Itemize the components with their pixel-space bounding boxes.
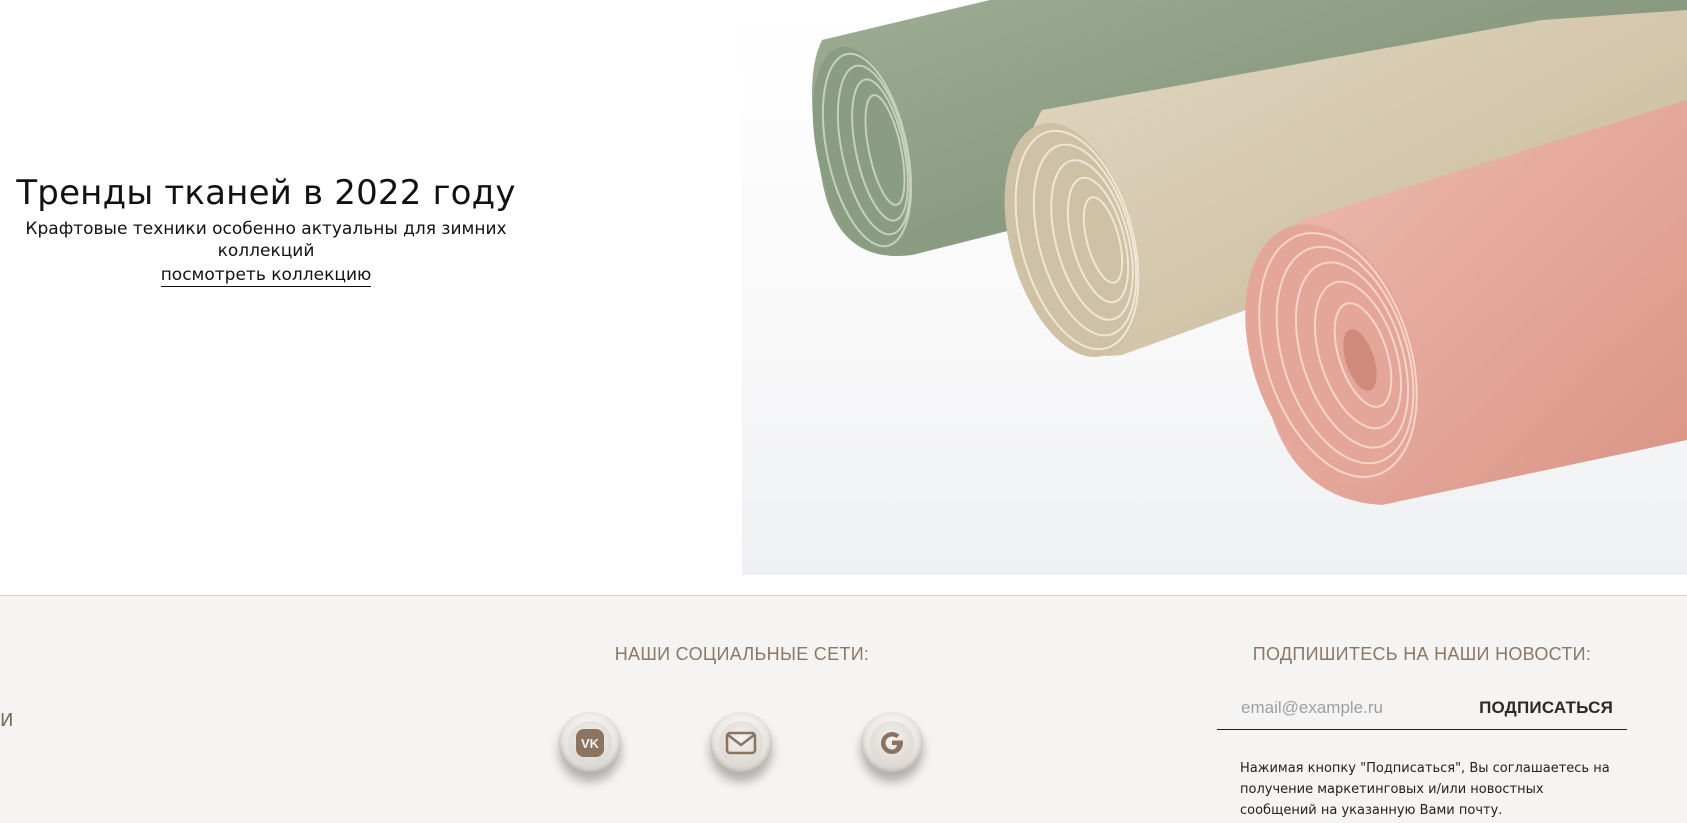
google-icon — [870, 721, 914, 765]
footer-left-text-fragment: И — [0, 710, 14, 731]
fabric-rolls-image — [742, 0, 1687, 575]
mail-button[interactable] — [710, 712, 772, 774]
view-collection-link[interactable]: посмотреть коллекцию — [160, 264, 372, 287]
vk-icon: VK — [568, 721, 612, 765]
hero-text-block: Тренды тканей в 2022 году Крафтовые техн… — [0, 170, 532, 287]
hero-section: Тренды тканей в 2022 году Крафтовые техн… — [0, 0, 1687, 575]
subscribe-consent-note: Нажимая кнопку "Подписаться", Вы соглаша… — [1240, 761, 1610, 818]
footer: И НАШИ СОЦИАЛЬНЫЕ СЕТИ: VK ПОДПИШИТЕСЬ Н… — [0, 595, 1687, 823]
hero-subtitle: Крафтовые техники особенно актуальны для… — [25, 219, 507, 261]
hero-title: Тренды тканей в 2022 году — [16, 173, 516, 213]
subscribe-form: ПОДПИСАТЬСЯ — [1217, 690, 1627, 730]
vk-button[interactable]: VK — [559, 712, 621, 774]
google-button[interactable] — [861, 712, 923, 774]
svg-text:VK: VK — [581, 736, 600, 751]
email-input[interactable] — [1241, 694, 1471, 722]
mail-icon — [719, 721, 763, 765]
subscribe-button[interactable]: ПОДПИСАТЬСЯ — [1479, 694, 1613, 722]
social-heading: НАШИ СОЦИАЛЬНЫЕ СЕТИ: — [614, 644, 870, 664]
subscribe-heading: ПОДПИШИТЕСЬ НА НАШИ НОВОСТИ: — [1252, 644, 1592, 664]
